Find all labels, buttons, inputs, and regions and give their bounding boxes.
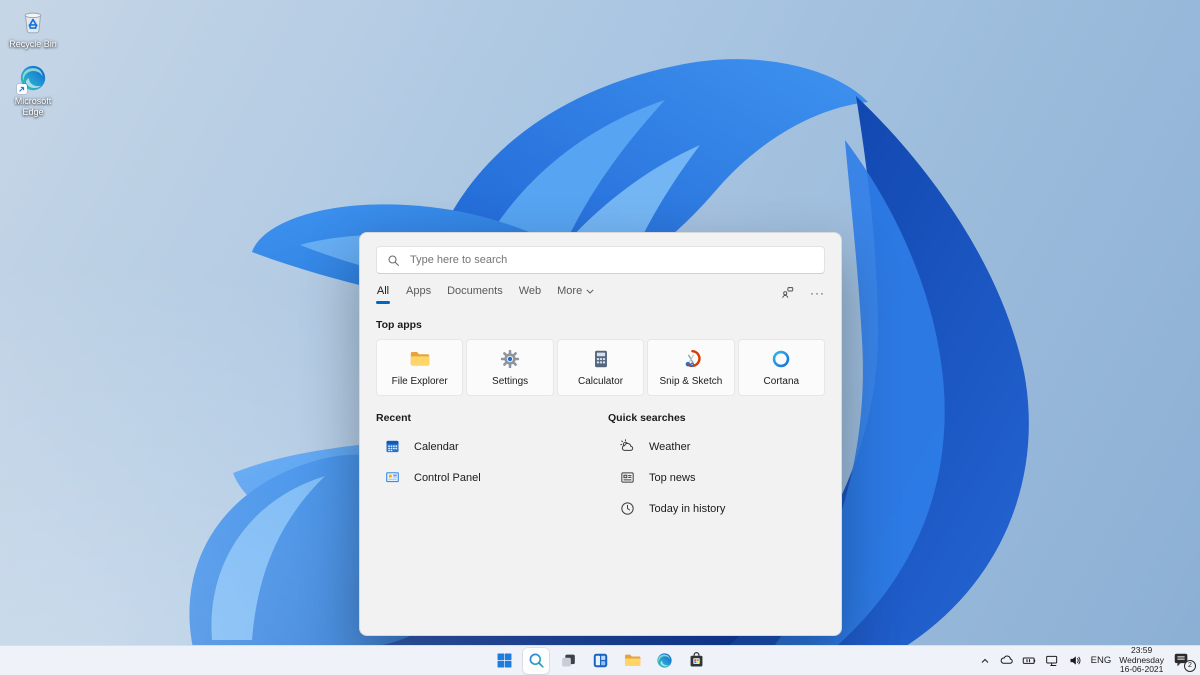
search-result-columns: Recent Calendar [376, 412, 825, 524]
file-explorer-icon [409, 348, 431, 370]
quick-search-label: Today in history [649, 503, 725, 515]
battery-icon[interactable] [1022, 653, 1037, 668]
desktop-icon-recycle-bin[interactable]: Recycle Bin [4, 6, 62, 49]
taskbar: ENG 23:59 Wednesday 16-06-2021 2 [0, 645, 1200, 675]
file-explorer-button[interactable] [619, 648, 645, 674]
language-indicator[interactable]: ENG [1091, 655, 1112, 666]
tab-all[interactable]: All [376, 285, 390, 304]
calculator-icon [590, 348, 612, 370]
task-view-button[interactable] [555, 648, 581, 674]
calendar-icon [384, 438, 401, 455]
top-apps-section-label: Top apps [376, 319, 825, 331]
taskbar-search-icon [527, 651, 546, 670]
tab-web[interactable]: Web [519, 285, 541, 297]
search-icon [387, 254, 400, 267]
quick-search-top-news[interactable]: Top news [608, 462, 825, 493]
recycle-bin-icon [18, 6, 48, 36]
speaker-icon[interactable] [1068, 653, 1083, 668]
quick-search-label: Top news [649, 472, 695, 484]
ellipsis-icon[interactable]: ··· [810, 287, 825, 299]
desktop-icon-microsoft-edge[interactable]: Microsoft Edge [4, 63, 62, 117]
settings-icon [499, 348, 521, 370]
edge-icon [655, 651, 674, 670]
chevron-up-icon[interactable] [979, 655, 991, 667]
chevron-down-icon [586, 289, 594, 294]
widgets-button[interactable] [587, 648, 613, 674]
recent-item-control-panel[interactable]: Control Panel [376, 462, 608, 493]
weather-icon [619, 438, 636, 455]
search-filter-tabs: All Apps Documents Web More [376, 285, 825, 304]
recent-section-label: Recent [376, 412, 608, 424]
top-app-cortana[interactable]: Cortana [738, 339, 825, 396]
quick-searches-section: Quick searches Weather [608, 412, 825, 524]
shortcut-arrow-badge [17, 84, 27, 94]
system-tray: ENG 23:59 Wednesday 16-06-2021 2 [979, 646, 1194, 675]
top-app-settings[interactable]: Settings [466, 339, 553, 396]
control-panel-icon [384, 469, 401, 486]
task-view-icon [559, 651, 578, 670]
file-explorer-icon [623, 651, 642, 670]
top-app-calculator[interactable]: Calculator [557, 339, 644, 396]
windows-start-icon [495, 651, 514, 670]
top-app-file-explorer[interactable]: File Explorer [376, 339, 463, 396]
search-box[interactable] [376, 246, 825, 274]
quick-search-today-in-history[interactable]: Today in history [608, 493, 825, 524]
taskbar-center-buttons [491, 646, 709, 675]
desktop-icon-area: Recycle Bin Microsoft Edge [4, 6, 62, 131]
widgets-icon [591, 651, 610, 670]
edge-button[interactable] [651, 648, 677, 674]
search-button[interactable] [523, 648, 549, 674]
onedrive-cloud-icon[interactable] [999, 653, 1014, 668]
top-apps-grid: File Explorer Settings [376, 339, 825, 396]
notification-center-button[interactable]: 2 [1172, 651, 1194, 671]
desktop-icon-label: Recycle Bin [9, 39, 57, 49]
quick-search-label: Weather [649, 441, 690, 453]
start-button[interactable] [491, 648, 517, 674]
recent-item-label: Calendar [414, 441, 459, 453]
history-clock-icon [619, 500, 636, 517]
network-display-icon[interactable] [1045, 653, 1060, 668]
cortana-icon [770, 348, 792, 370]
news-icon [619, 469, 636, 486]
recent-section: Recent Calendar [376, 412, 608, 524]
tab-documents[interactable]: Documents [447, 285, 503, 297]
search-header-actions: ··· [780, 285, 825, 300]
account-options-icon[interactable] [780, 285, 795, 300]
clock-date: 16-06-2021 [1119, 665, 1164, 675]
recent-item-calendar[interactable]: Calendar [376, 431, 608, 462]
store-button[interactable] [683, 648, 709, 674]
taskbar-clock[interactable]: 23:59 Wednesday 16-06-2021 [1119, 646, 1164, 675]
notification-count-badge: 2 [1184, 660, 1196, 672]
snip-sketch-icon [680, 348, 702, 370]
recent-item-label: Control Panel [414, 472, 481, 484]
windows-desktop: Recycle Bin Microsoft Edge [0, 0, 1200, 675]
microsoft-store-icon [687, 651, 706, 670]
quick-search-weather[interactable]: Weather [608, 431, 825, 462]
tab-apps[interactable]: Apps [406, 285, 431, 297]
edge-icon [18, 63, 48, 93]
quick-searches-label: Quick searches [608, 412, 825, 424]
top-app-snip-sketch[interactable]: Snip & Sketch [647, 339, 734, 396]
active-tab-underline [376, 301, 390, 304]
tab-more[interactable]: More [557, 285, 594, 297]
search-panel: All Apps Documents Web More [359, 232, 842, 636]
desktop-icon-label: Microsoft Edge [5, 96, 61, 117]
search-input[interactable] [408, 253, 814, 267]
